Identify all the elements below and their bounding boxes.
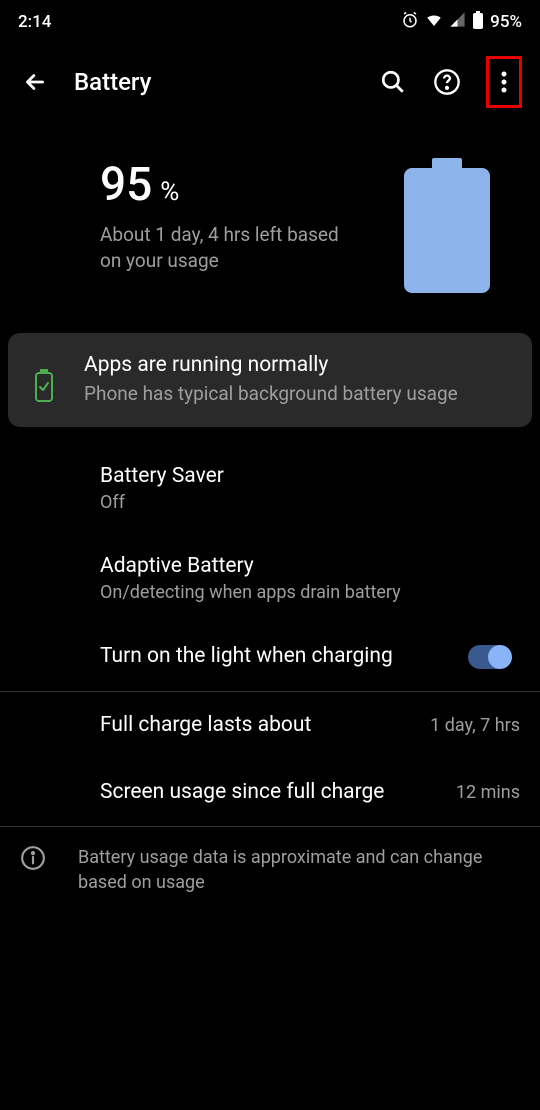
search-button[interactable] bbox=[378, 67, 408, 97]
battery-graphic-icon bbox=[404, 158, 490, 293]
adaptive-battery-row[interactable]: Adaptive Battery On/detecting when apps … bbox=[0, 533, 540, 623]
alarm-icon bbox=[401, 11, 419, 34]
battery-estimate: About 1 day, 4 hrs left based on your us… bbox=[100, 222, 344, 273]
wifi-icon bbox=[425, 11, 443, 34]
battery-percent-value: 95 bbox=[100, 158, 152, 212]
status-time: 2:14 bbox=[18, 12, 51, 32]
back-button[interactable] bbox=[20, 67, 50, 97]
app-bar: Battery bbox=[0, 36, 540, 128]
info-icon bbox=[20, 845, 46, 875]
battery-icon bbox=[472, 11, 484, 34]
full-charge-title: Full charge lasts about bbox=[100, 712, 410, 739]
light-charging-row[interactable]: Turn on the light when charging bbox=[0, 623, 540, 690]
battery-percent-symbol: % bbox=[160, 177, 179, 207]
adaptive-battery-title: Adaptive Battery bbox=[100, 553, 520, 580]
status-icons: 95% bbox=[401, 11, 522, 34]
apps-status-subtitle: Phone has typical background battery usa… bbox=[84, 381, 512, 407]
apps-status-card[interactable]: Apps are running normally Phone has typi… bbox=[8, 333, 532, 427]
adaptive-battery-sub: On/detecting when apps drain battery bbox=[100, 582, 520, 603]
screen-usage-title: Screen usage since full charge bbox=[100, 779, 436, 806]
battery-saver-row[interactable]: Battery Saver Off bbox=[0, 427, 540, 533]
status-bar: 2:14 95% bbox=[0, 0, 540, 36]
screen-usage-value: 12 mins bbox=[436, 782, 520, 803]
full-charge-value: 1 day, 7 hrs bbox=[410, 715, 520, 736]
footer-note: Battery usage data is approximate and ca… bbox=[0, 827, 540, 913]
footer-text: Battery usage data is approximate and ca… bbox=[78, 845, 520, 895]
apps-status-title: Apps are running normally bbox=[84, 353, 512, 377]
battery-saver-title: Battery Saver bbox=[100, 463, 520, 490]
battery-ok-icon bbox=[24, 353, 64, 403]
full-charge-row[interactable]: Full charge lasts about 1 day, 7 hrs bbox=[0, 692, 540, 759]
help-button[interactable] bbox=[432, 67, 462, 97]
battery-saver-sub: Off bbox=[100, 492, 520, 513]
screen-usage-row[interactable]: Screen usage since full charge 12 mins bbox=[0, 759, 540, 826]
battery-hero: 95 % About 1 day, 4 hrs left based on yo… bbox=[0, 128, 540, 333]
page-title: Battery bbox=[74, 68, 354, 96]
light-charging-toggle[interactable] bbox=[468, 645, 510, 669]
light-charging-title: Turn on the light when charging bbox=[100, 643, 468, 670]
status-battery-pct: 95% bbox=[490, 12, 522, 32]
signal-icon bbox=[449, 11, 466, 33]
more-options-button[interactable] bbox=[486, 56, 522, 108]
